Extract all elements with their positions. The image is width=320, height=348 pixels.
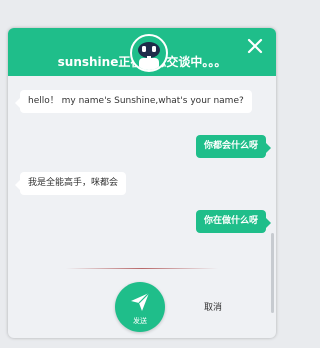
chat-window: sunshine正在与您交谈中。。。 hello！ my name's Suns…	[8, 28, 276, 338]
divider	[66, 268, 218, 269]
send-label: 发送	[133, 317, 147, 325]
robot-icon	[130, 34, 168, 72]
message-list[interactable]: hello！ my name's Sunshine,what's your na…	[8, 76, 276, 256]
bot-message: hello！ my name's Sunshine,what's your na…	[15, 90, 252, 113]
paper-plane-icon	[131, 292, 150, 311]
send-button[interactable]: 发送	[115, 282, 165, 332]
chat-scrollbar[interactable]	[271, 233, 274, 313]
cancel-button[interactable]: 取消	[204, 300, 222, 313]
user-message: 你都会什么呀	[196, 135, 272, 158]
close-icon[interactable]	[246, 37, 264, 55]
user-message: 你在做什么呀	[196, 210, 272, 233]
bot-message: 我是全能高手，咪都会	[14, 172, 127, 195]
